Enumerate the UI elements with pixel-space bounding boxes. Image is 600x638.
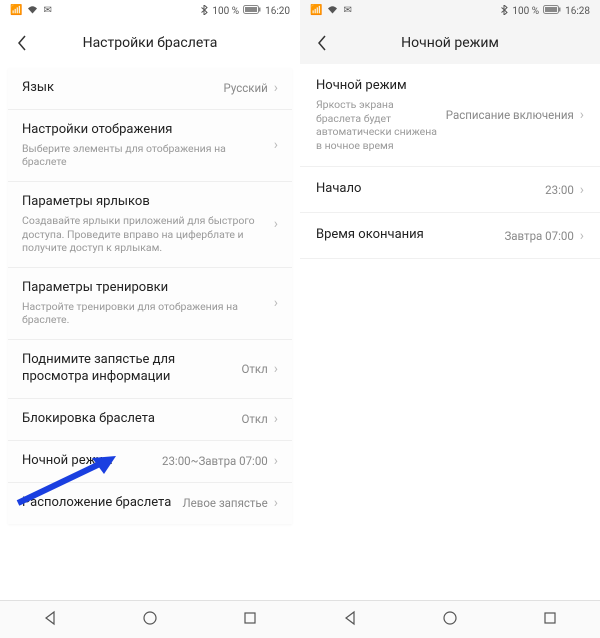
row-value: Русский [224, 81, 268, 95]
row-title: Время окончания [316, 227, 496, 244]
nav-back-icon[interactable] [342, 610, 358, 630]
row-workout-params[interactable]: Параметры тренировки Настройте тренировк… [8, 268, 292, 340]
chevron-right-icon: › [274, 453, 278, 469]
row-end-time[interactable]: Время окончания Завтра 07:00 › [300, 213, 600, 259]
battery-percent: 100 % [512, 6, 539, 17]
row-value: Расписание включения [446, 108, 574, 122]
row-subtitle: Настройте тренировки для отображения на … [22, 300, 260, 327]
battery-icon [543, 5, 561, 17]
row-start-time[interactable]: Начало 23:00 › [300, 167, 600, 213]
chevron-right-icon: › [274, 137, 278, 153]
battery-percent: 100 % [212, 6, 239, 17]
phone-right: 📶 ✉ 100 % 16:28 Ночной режим Ночной режи… [300, 0, 600, 638]
app-header: Настройки браслета [0, 22, 300, 64]
back-button[interactable] [308, 29, 336, 57]
row-title: Язык [22, 80, 216, 97]
chevron-right-icon: › [274, 216, 278, 232]
nav-back-icon[interactable] [42, 610, 58, 630]
row-title: Поднимите запястье для просмотра информа… [22, 352, 233, 386]
status-left-icons: 📶 ✉ [10, 5, 52, 17]
status-left-icons: 📶 ✉ [310, 5, 352, 17]
settings-list: Язык Русский › Настройки отображения Выб… [0, 64, 300, 600]
nav-recent-icon[interactable] [542, 610, 558, 630]
row-title: Параметры тренировки [22, 280, 260, 297]
status-right: 100 % 16:20 [201, 5, 290, 18]
row-band-lock[interactable]: Блокировка браслета Откл › [8, 399, 292, 441]
row-subtitle: Создавайте ярлыки приложений для быстрог… [22, 214, 260, 255]
battery-icon [243, 5, 261, 17]
chevron-right-icon: › [274, 495, 278, 511]
chevron-right-icon: › [580, 228, 584, 244]
row-raise-to-wake[interactable]: Поднимите запястье для просмотра информа… [8, 340, 292, 399]
row-value: Откл [241, 362, 267, 376]
clock-time: 16:20 [265, 6, 290, 17]
row-subtitle: Выберите элементы для отображения на бра… [22, 142, 260, 169]
wifi-icon [327, 5, 338, 17]
chevron-right-icon: › [274, 80, 278, 96]
row-value: 23:00~Завтра 07:00 [162, 454, 268, 468]
clock-time: 16:28 [565, 6, 590, 17]
bluetooth-icon [201, 5, 208, 18]
row-value: Левое запястье [183, 496, 268, 510]
row-title: Расположение браслета [22, 495, 175, 512]
row-title: Начало [316, 181, 537, 198]
bluetooth-icon [501, 5, 508, 18]
app-header: Ночной режим [300, 22, 600, 64]
row-title: Настройки отображения [22, 122, 260, 139]
signal-icon: 📶 [10, 6, 22, 16]
row-value: Завтра 07:00 [504, 229, 573, 243]
settings-card: Язык Русский › Настройки отображения Выб… [8, 68, 292, 524]
nav-home-icon[interactable] [142, 610, 158, 630]
chevron-right-icon: › [274, 295, 278, 311]
chevron-right-icon: › [274, 361, 278, 377]
page-title: Настройки браслета [36, 35, 264, 51]
status-right: 100 % 16:28 [501, 5, 590, 18]
row-title: Блокировка браслета [22, 411, 233, 428]
wifi-icon [27, 5, 38, 17]
back-button[interactable] [8, 29, 36, 57]
row-display-settings[interactable]: Настройки отображения Выберите элементы … [8, 110, 292, 182]
row-title: Ночной режим [22, 453, 154, 470]
android-nav-bar [300, 600, 600, 638]
page-title: Ночной режим [336, 35, 564, 51]
chevron-right-icon: › [274, 411, 278, 427]
android-nav-bar [0, 600, 300, 638]
signal-icon: 📶 [310, 6, 322, 16]
row-title: Параметры ярлыков [22, 194, 260, 211]
row-value: Откл [241, 412, 267, 426]
row-shortcut-params[interactable]: Параметры ярлыков Создавайте ярлыки прил… [8, 182, 292, 268]
row-title: Ночной режим [316, 78, 438, 95]
nav-recent-icon[interactable] [242, 610, 258, 630]
status-bar: 📶 ✉ 100 % 16:28 [300, 0, 600, 22]
row-band-location[interactable]: Расположение браслета Левое запястье › [8, 483, 292, 524]
row-language[interactable]: Язык Русский › [8, 68, 292, 110]
row-value: 23:00 [545, 183, 574, 197]
mail-icon: ✉ [343, 6, 351, 16]
row-subtitle: Яркость экрана браслета будет автоматиче… [316, 98, 438, 153]
chevron-right-icon: › [580, 107, 584, 123]
status-bar: 📶 ✉ 100 % 16:20 [0, 0, 300, 22]
nav-home-icon[interactable] [442, 610, 458, 630]
row-night-mode-schedule[interactable]: Ночной режим Яркость экрана браслета буд… [300, 64, 600, 167]
chevron-right-icon: › [580, 182, 584, 198]
phone-left: 📶 ✉ 100 % 16:20 Настройки браслета [0, 0, 300, 638]
row-night-mode[interactable]: Ночной режим 23:00~Завтра 07:00 › [8, 441, 292, 483]
night-mode-list: Ночной режим Яркость экрана браслета буд… [300, 64, 600, 600]
mail-icon: ✉ [43, 6, 51, 16]
